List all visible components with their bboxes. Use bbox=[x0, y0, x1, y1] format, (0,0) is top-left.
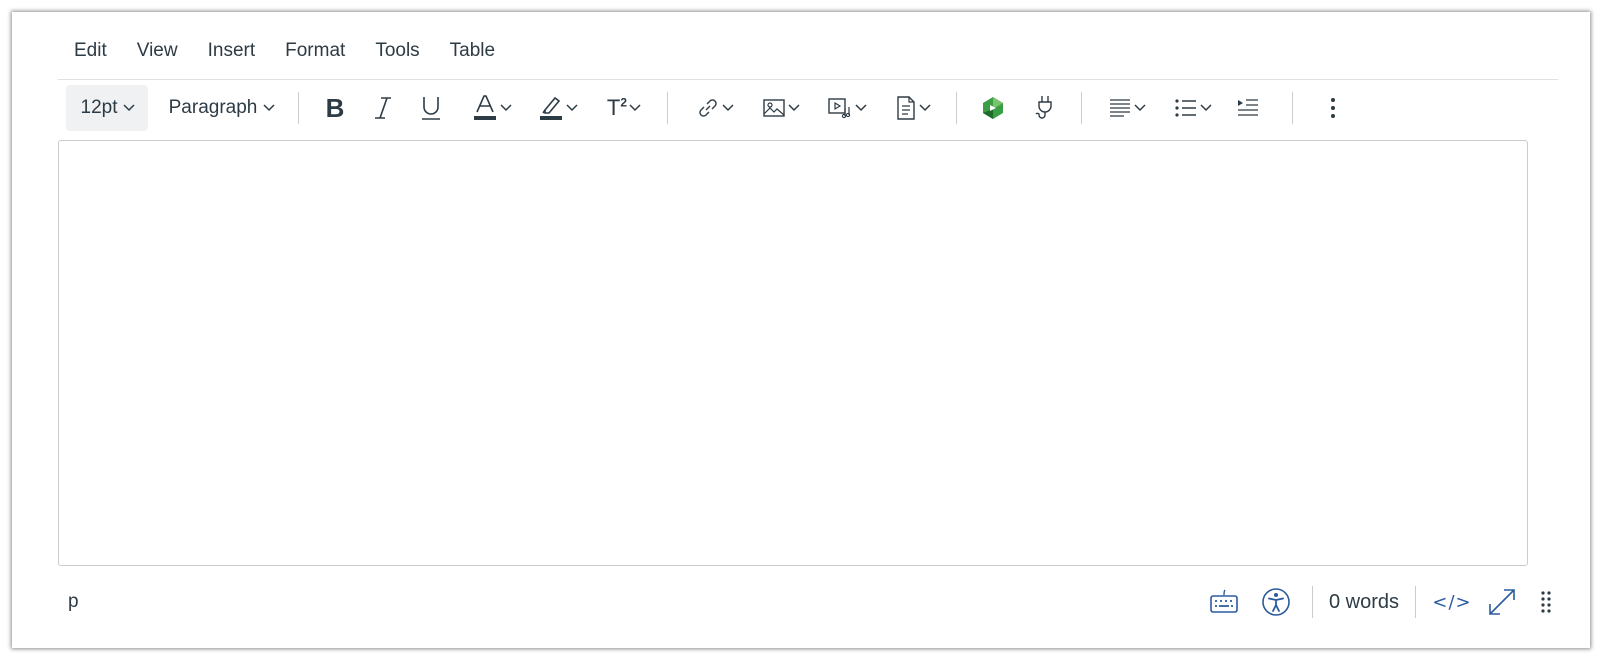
toolbar-separator bbox=[298, 92, 299, 124]
block-format-select[interactable]: Paragraph bbox=[158, 85, 286, 131]
indent-icon bbox=[1238, 99, 1258, 116]
keyboard-icon bbox=[1210, 589, 1238, 613]
bold-icon: B bbox=[325, 92, 345, 123]
element-path[interactable]: p bbox=[68, 591, 79, 613]
list-icon bbox=[1175, 99, 1196, 117]
list-button[interactable] bbox=[1162, 85, 1224, 131]
chevron-down-icon bbox=[566, 104, 578, 112]
toolbar-separator bbox=[1292, 92, 1293, 124]
link-button[interactable] bbox=[684, 85, 746, 131]
media-button[interactable] bbox=[816, 85, 878, 131]
menu-insert[interactable]: Insert bbox=[192, 30, 264, 72]
chevron-down-icon bbox=[123, 104, 136, 112]
accessibility-icon bbox=[1262, 588, 1290, 616]
font-size-select[interactable]: 12pt bbox=[66, 85, 148, 131]
menubar: Edit View Insert Format Tools Table bbox=[58, 30, 509, 72]
chevron-down-icon bbox=[500, 104, 512, 112]
menu-tools[interactable]: Tools bbox=[359, 30, 427, 72]
accessibility-checker-button[interactable] bbox=[1256, 587, 1296, 617]
toolbar-separator bbox=[956, 92, 957, 124]
chevron-down-icon bbox=[1200, 104, 1212, 112]
more-options-button[interactable] bbox=[1309, 85, 1357, 131]
superscript-exp: 2 bbox=[620, 95, 628, 110]
italic-icon bbox=[375, 97, 391, 119]
superscript-base: T bbox=[606, 95, 621, 120]
resize-handle[interactable] bbox=[1534, 590, 1558, 614]
resize-handle-icon bbox=[1541, 591, 1551, 613]
fullscreen-icon bbox=[1489, 589, 1515, 615]
superscript-button[interactable]: T2 bbox=[593, 85, 655, 131]
italic-button[interactable] bbox=[359, 85, 407, 131]
status-bar-right: 0 words </> bbox=[1204, 577, 1558, 627]
chevron-down-icon bbox=[722, 104, 734, 112]
content-edit-area[interactable] bbox=[58, 140, 1528, 566]
link-icon bbox=[699, 99, 717, 117]
align-icon bbox=[1110, 99, 1130, 117]
menu-edit[interactable]: Edit bbox=[58, 30, 115, 72]
bold-button[interactable]: B bbox=[311, 85, 359, 131]
underline-icon bbox=[422, 97, 440, 120]
underline-button[interactable] bbox=[407, 85, 455, 131]
document-button[interactable] bbox=[882, 85, 944, 131]
menubar-divider bbox=[58, 79, 1558, 80]
menu-view[interactable]: View bbox=[121, 30, 186, 72]
more-vertical-icon bbox=[1331, 98, 1335, 118]
chevron-down-icon bbox=[1134, 104, 1146, 112]
app-button[interactable] bbox=[969, 85, 1017, 131]
highlight-button[interactable] bbox=[527, 85, 589, 131]
text-color-button[interactable] bbox=[461, 85, 523, 131]
indent-button[interactable] bbox=[1224, 85, 1272, 131]
fullscreen-button[interactable] bbox=[1482, 587, 1522, 617]
toolbar-separator bbox=[1081, 92, 1082, 124]
menu-table[interactable]: Table bbox=[434, 30, 503, 72]
media-icon bbox=[828, 98, 851, 119]
chevron-down-icon bbox=[629, 104, 641, 112]
menu-format[interactable]: Format bbox=[269, 30, 353, 72]
status-separator bbox=[1415, 586, 1416, 618]
rich-content-editor: Edit View Insert Format Tools Table 12pt… bbox=[12, 12, 1590, 648]
toolbar: 12pt Paragraph B T2 bbox=[58, 84, 1558, 132]
word-count: 0 words bbox=[1328, 590, 1399, 613]
plug-icon bbox=[1035, 96, 1052, 119]
toolbar-separator bbox=[667, 92, 668, 124]
chevron-down-icon bbox=[855, 104, 867, 112]
highlight-icon bbox=[540, 96, 562, 120]
html-editor-toggle[interactable]: </> bbox=[1432, 592, 1472, 613]
document-icon bbox=[897, 96, 915, 120]
image-button[interactable] bbox=[750, 85, 812, 131]
app-icon bbox=[983, 97, 1003, 119]
apps-plugin-button[interactable] bbox=[1021, 85, 1069, 131]
chevron-down-icon bbox=[788, 104, 800, 112]
block-format-value: Paragraph bbox=[168, 97, 258, 118]
superscript-icon: T2 bbox=[607, 95, 627, 121]
image-icon bbox=[763, 99, 785, 117]
keyboard-shortcuts-button[interactable] bbox=[1204, 588, 1244, 616]
text-color-icon bbox=[474, 95, 496, 120]
chevron-down-icon bbox=[919, 104, 931, 112]
status-bar: p 0 words </> bbox=[58, 577, 1558, 627]
status-separator bbox=[1311, 586, 1313, 618]
align-button[interactable] bbox=[1096, 85, 1158, 131]
editor-container: Edit View Insert Format Tools Table 12pt… bbox=[58, 12, 1558, 648]
chevron-down-icon bbox=[263, 104, 275, 112]
font-size-value: 12pt bbox=[80, 97, 118, 118]
